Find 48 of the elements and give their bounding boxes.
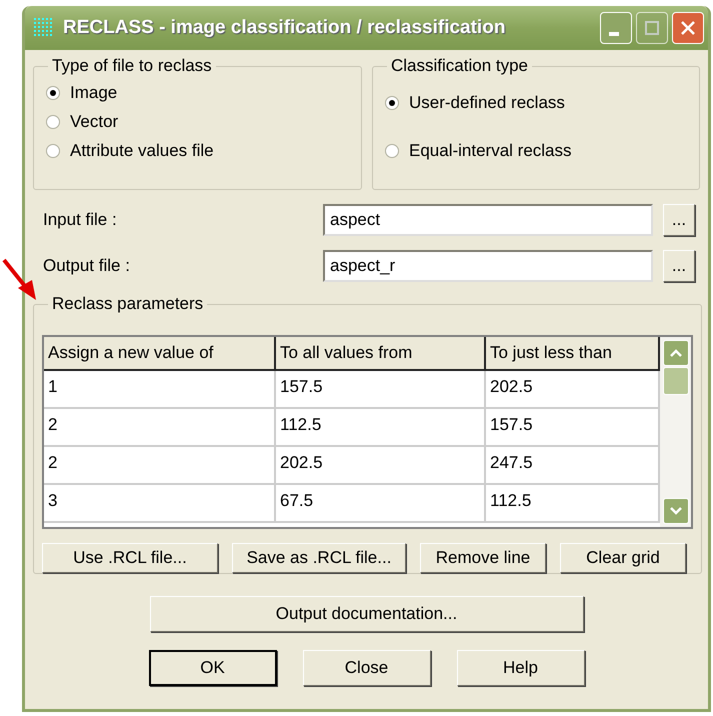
group-label: Type of file to reclass	[48, 56, 216, 76]
arrow-icon	[2, 258, 38, 302]
radio-option[interactable]: Image	[46, 83, 361, 103]
maximize-icon	[644, 20, 660, 36]
close-button[interactable]	[672, 12, 704, 44]
scroll-thumb[interactable]	[662, 367, 688, 395]
table-cell[interactable]: 112.5	[276, 409, 486, 447]
scroll-down-button[interactable]	[662, 498, 688, 524]
maximize-button[interactable]	[636, 12, 668, 44]
scroll-up-button[interactable]	[662, 340, 688, 366]
grid-button[interactable]: Clear grid	[560, 543, 686, 573]
chevron-down-icon	[670, 506, 682, 516]
table-cell[interactable]: 67.5	[276, 485, 486, 523]
dialog-button[interactable]: Close	[302, 650, 430, 686]
table-cell[interactable]: 2	[44, 447, 276, 485]
minimize-icon	[609, 32, 619, 36]
output-documentation-button[interactable]: Output documentation...	[150, 596, 584, 632]
group-label: Classification type	[387, 56, 532, 76]
browse-button[interactable]: ...	[663, 250, 695, 282]
window-title: RECLASS - image classification / reclassification	[63, 17, 506, 39]
field-label: Input file :	[42, 210, 118, 230]
column-header[interactable]: To all values from	[276, 337, 486, 371]
grid-button[interactable]: Save as .RCL file...	[232, 543, 406, 573]
dialog-button[interactable]: OK	[148, 650, 276, 686]
radio-option[interactable]: Vector	[46, 112, 361, 132]
chevron-up-icon	[670, 348, 682, 358]
table-cell[interactable]: 157.5	[276, 371, 486, 409]
minimize-button[interactable]	[600, 12, 632, 44]
grid-icon	[33, 17, 55, 39]
group-label: Reclass parameters	[48, 294, 208, 314]
radio-option[interactable]: Equal-interval reclass	[385, 141, 699, 161]
browse-button[interactable]: ...	[663, 204, 695, 236]
grid-button[interactable]: Remove line	[420, 543, 546, 573]
table-cell[interactable]: 202.5	[276, 447, 486, 485]
radio-option[interactable]: User-defined reclass	[385, 93, 699, 113]
column-header[interactable]: Assign a new value of	[44, 337, 276, 371]
table-cell[interactable]: 1	[44, 371, 276, 409]
table-cell[interactable]: 2	[44, 409, 276, 447]
table-cell[interactable]: 3	[44, 485, 276, 523]
field-label: Output file :	[42, 256, 131, 276]
file-field[interactable]: aspect_r	[323, 250, 653, 282]
scrollbar[interactable]	[660, 337, 691, 527]
column-header[interactable]: To just less than	[486, 337, 660, 371]
file-field[interactable]: aspect	[323, 204, 653, 236]
close-icon	[680, 20, 696, 36]
dialog-button[interactable]: Help	[456, 650, 584, 686]
grid-button[interactable]: Use .RCL file...	[42, 543, 218, 573]
radio-option[interactable]: Attribute values file	[46, 141, 361, 161]
